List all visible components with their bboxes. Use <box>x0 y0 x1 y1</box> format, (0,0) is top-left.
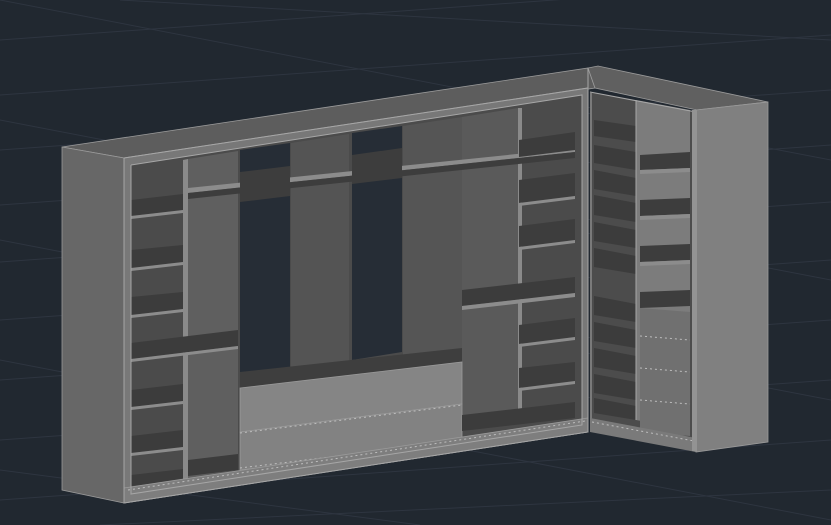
cad-viewport[interactable] <box>0 0 831 525</box>
viewport-canvas[interactable] <box>0 0 831 525</box>
corner-drawers <box>639 308 691 436</box>
main-left-side-panel <box>61 146 125 504</box>
corner-end-panel <box>695 101 769 453</box>
corner-end-edge <box>692 110 697 452</box>
main-wardrobe <box>61 67 596 504</box>
corner-wardrobe <box>587 65 769 453</box>
